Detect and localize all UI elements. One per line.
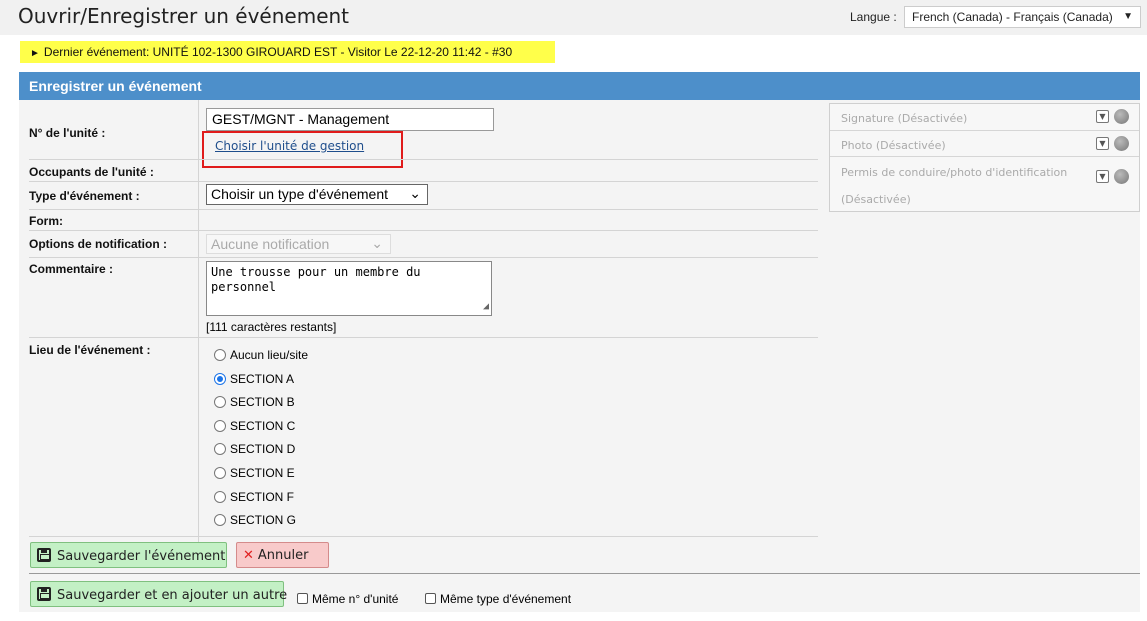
status-dot-icon xyxy=(1114,136,1129,151)
top-bar: Ouvrir/Enregistrer un événement Langue :… xyxy=(0,0,1147,35)
same-type-label: Même type d'événement xyxy=(440,592,572,606)
permit-status: (Désactivée) xyxy=(841,193,911,206)
row-divider xyxy=(29,257,818,258)
photo-row: Photo (Désactivée) ▼ xyxy=(830,131,1139,157)
radio-icon[interactable] xyxy=(214,349,226,361)
photo-label: Photo (Désactivée) xyxy=(841,139,946,152)
chevron-down-icon[interactable]: ▼ xyxy=(1096,110,1109,123)
radio-option-section-g[interactable]: SECTION G xyxy=(214,513,296,529)
save-button[interactable]: Sauvegarder l'événement xyxy=(30,542,227,568)
language-label: Langue : xyxy=(850,10,897,24)
event-type-select[interactable]: Choisir un type d'événement ⌄ xyxy=(206,184,428,205)
notification-select[interactable]: Aucune notification ⌄ xyxy=(206,234,391,254)
radio-label: SECTION F xyxy=(230,490,295,504)
checkbox-icon[interactable] xyxy=(425,593,436,604)
row-divider xyxy=(29,230,818,231)
radio-icon[interactable] xyxy=(214,396,226,408)
floppy-disk-icon xyxy=(37,548,51,562)
radio-label: SECTION C xyxy=(230,419,296,433)
row-divider xyxy=(29,337,818,338)
chevron-down-icon[interactable]: ▼ xyxy=(1096,169,1109,183)
comment-textarea[interactable]: Une trousse pour un membre du personnel … xyxy=(206,261,492,316)
triangle-right-icon: ► xyxy=(30,48,40,59)
status-dot-icon xyxy=(1114,109,1129,124)
occupants-label: Occupants de l'unité : xyxy=(29,165,154,179)
checkbox-icon[interactable] xyxy=(297,593,308,604)
permit-row: Permis de conduire/photo d'identificatio… xyxy=(830,157,1139,211)
location-label: Lieu de l'événement : xyxy=(29,343,151,357)
same-unit-checkbox[interactable]: Même n° d'unité xyxy=(297,592,398,606)
attachments-panel: Signature (Désactivée) ▼ Photo (Désactiv… xyxy=(829,103,1140,212)
radio-label: SECTION E xyxy=(230,466,295,480)
chevron-down-icon: ⌄ xyxy=(371,235,383,251)
radio-icon[interactable] xyxy=(214,443,226,455)
comment-label: Commentaire : xyxy=(29,262,114,276)
cancel-button[interactable]: ✕ Annuler xyxy=(236,542,329,568)
last-event-banner[interactable]: ► Dernier événement: UNITÉ 102-1300 GIROU… xyxy=(20,41,555,63)
save-button-label: Sauvegarder l'événement xyxy=(57,549,226,564)
form-label: Form: xyxy=(29,214,63,228)
resize-handle-icon[interactable]: ◢ xyxy=(483,299,489,314)
column-divider xyxy=(198,100,199,542)
row-divider xyxy=(29,181,818,182)
radio-label: SECTION B xyxy=(230,395,295,409)
radio-option-section-e[interactable]: SECTION E xyxy=(214,466,295,482)
close-icon: ✕ xyxy=(243,548,254,563)
signature-row: Signature (Désactivée) ▼ xyxy=(830,104,1139,131)
notification-value: Aucune notification xyxy=(211,236,330,252)
page-title: Ouvrir/Enregistrer un événement xyxy=(18,4,350,28)
radio-label: Aucun lieu/site xyxy=(230,348,309,362)
row-divider xyxy=(29,159,818,160)
radio-option-none[interactable]: Aucun lieu/site xyxy=(214,348,308,364)
save-and-add-button[interactable]: Sauvegarder et en ajouter un autre xyxy=(30,581,288,607)
row-divider xyxy=(29,209,818,210)
radio-icon[interactable] xyxy=(214,467,226,479)
floppy-disk-icon xyxy=(37,587,51,601)
radio-option-section-f[interactable]: SECTION F xyxy=(214,490,294,506)
unit-label: N° de l'unité : xyxy=(29,126,106,140)
notification-label: Options de notification : xyxy=(29,237,167,251)
radio-icon[interactable] xyxy=(214,514,226,526)
last-event-text: Dernier événement: UNITÉ 102-1300 GIROUA… xyxy=(43,45,513,59)
row-divider xyxy=(29,536,818,537)
language-select[interactable]: French (Canada) - Français (Canada) ▼ xyxy=(904,6,1141,28)
choose-unit-link[interactable]: Choisir l'unité de gestion xyxy=(215,139,364,153)
status-dot-icon xyxy=(1114,168,1129,184)
chars-remaining: [111 caractères restants] xyxy=(206,320,337,334)
unit-input[interactable]: GEST/MGNT - Management xyxy=(206,108,494,131)
save-and-add-label: Sauvegarder et en ajouter un autre xyxy=(57,588,288,603)
radio-label: SECTION D xyxy=(230,442,296,456)
chevron-down-icon[interactable]: ▼ xyxy=(1096,137,1109,150)
radio-icon[interactable] xyxy=(214,491,226,503)
radio-label: SECTION G xyxy=(230,513,297,527)
radio-option-section-d[interactable]: SECTION D xyxy=(214,442,295,458)
permit-label: Permis de conduire/photo d'identificatio… xyxy=(841,166,1068,179)
radio-option-section-b[interactable]: SECTION B xyxy=(214,395,295,411)
radio-checked-icon[interactable] xyxy=(214,373,226,385)
radio-option-section-c[interactable]: SECTION C xyxy=(214,419,295,435)
comment-text: Une trousse pour un membre du personnel xyxy=(211,265,421,294)
chevron-down-icon: ⌄ xyxy=(409,185,421,201)
event-type-value: Choisir un type d'événement xyxy=(211,186,388,202)
cancel-button-label: Annuler xyxy=(257,548,309,563)
same-type-checkbox[interactable]: Même type d'événement xyxy=(425,592,571,606)
same-unit-label: Même n° d'unité xyxy=(312,592,399,606)
caret-down-icon: ▼ xyxy=(1123,11,1133,22)
language-value: French (Canada) - Français (Canada) xyxy=(912,10,1113,24)
radio-label: SECTION A xyxy=(230,372,295,386)
radio-icon[interactable] xyxy=(214,420,226,432)
panel-title: Enregistrer un événement xyxy=(19,72,1140,100)
signature-label: Signature (Désactivée) xyxy=(841,112,968,125)
separator xyxy=(29,573,1140,574)
event-type-label: Type d'événement : xyxy=(29,189,140,203)
event-form-panel: Enregistrer un événement N° de l'unité :… xyxy=(19,72,1140,612)
radio-option-section-a[interactable]: SECTION A xyxy=(214,372,294,388)
